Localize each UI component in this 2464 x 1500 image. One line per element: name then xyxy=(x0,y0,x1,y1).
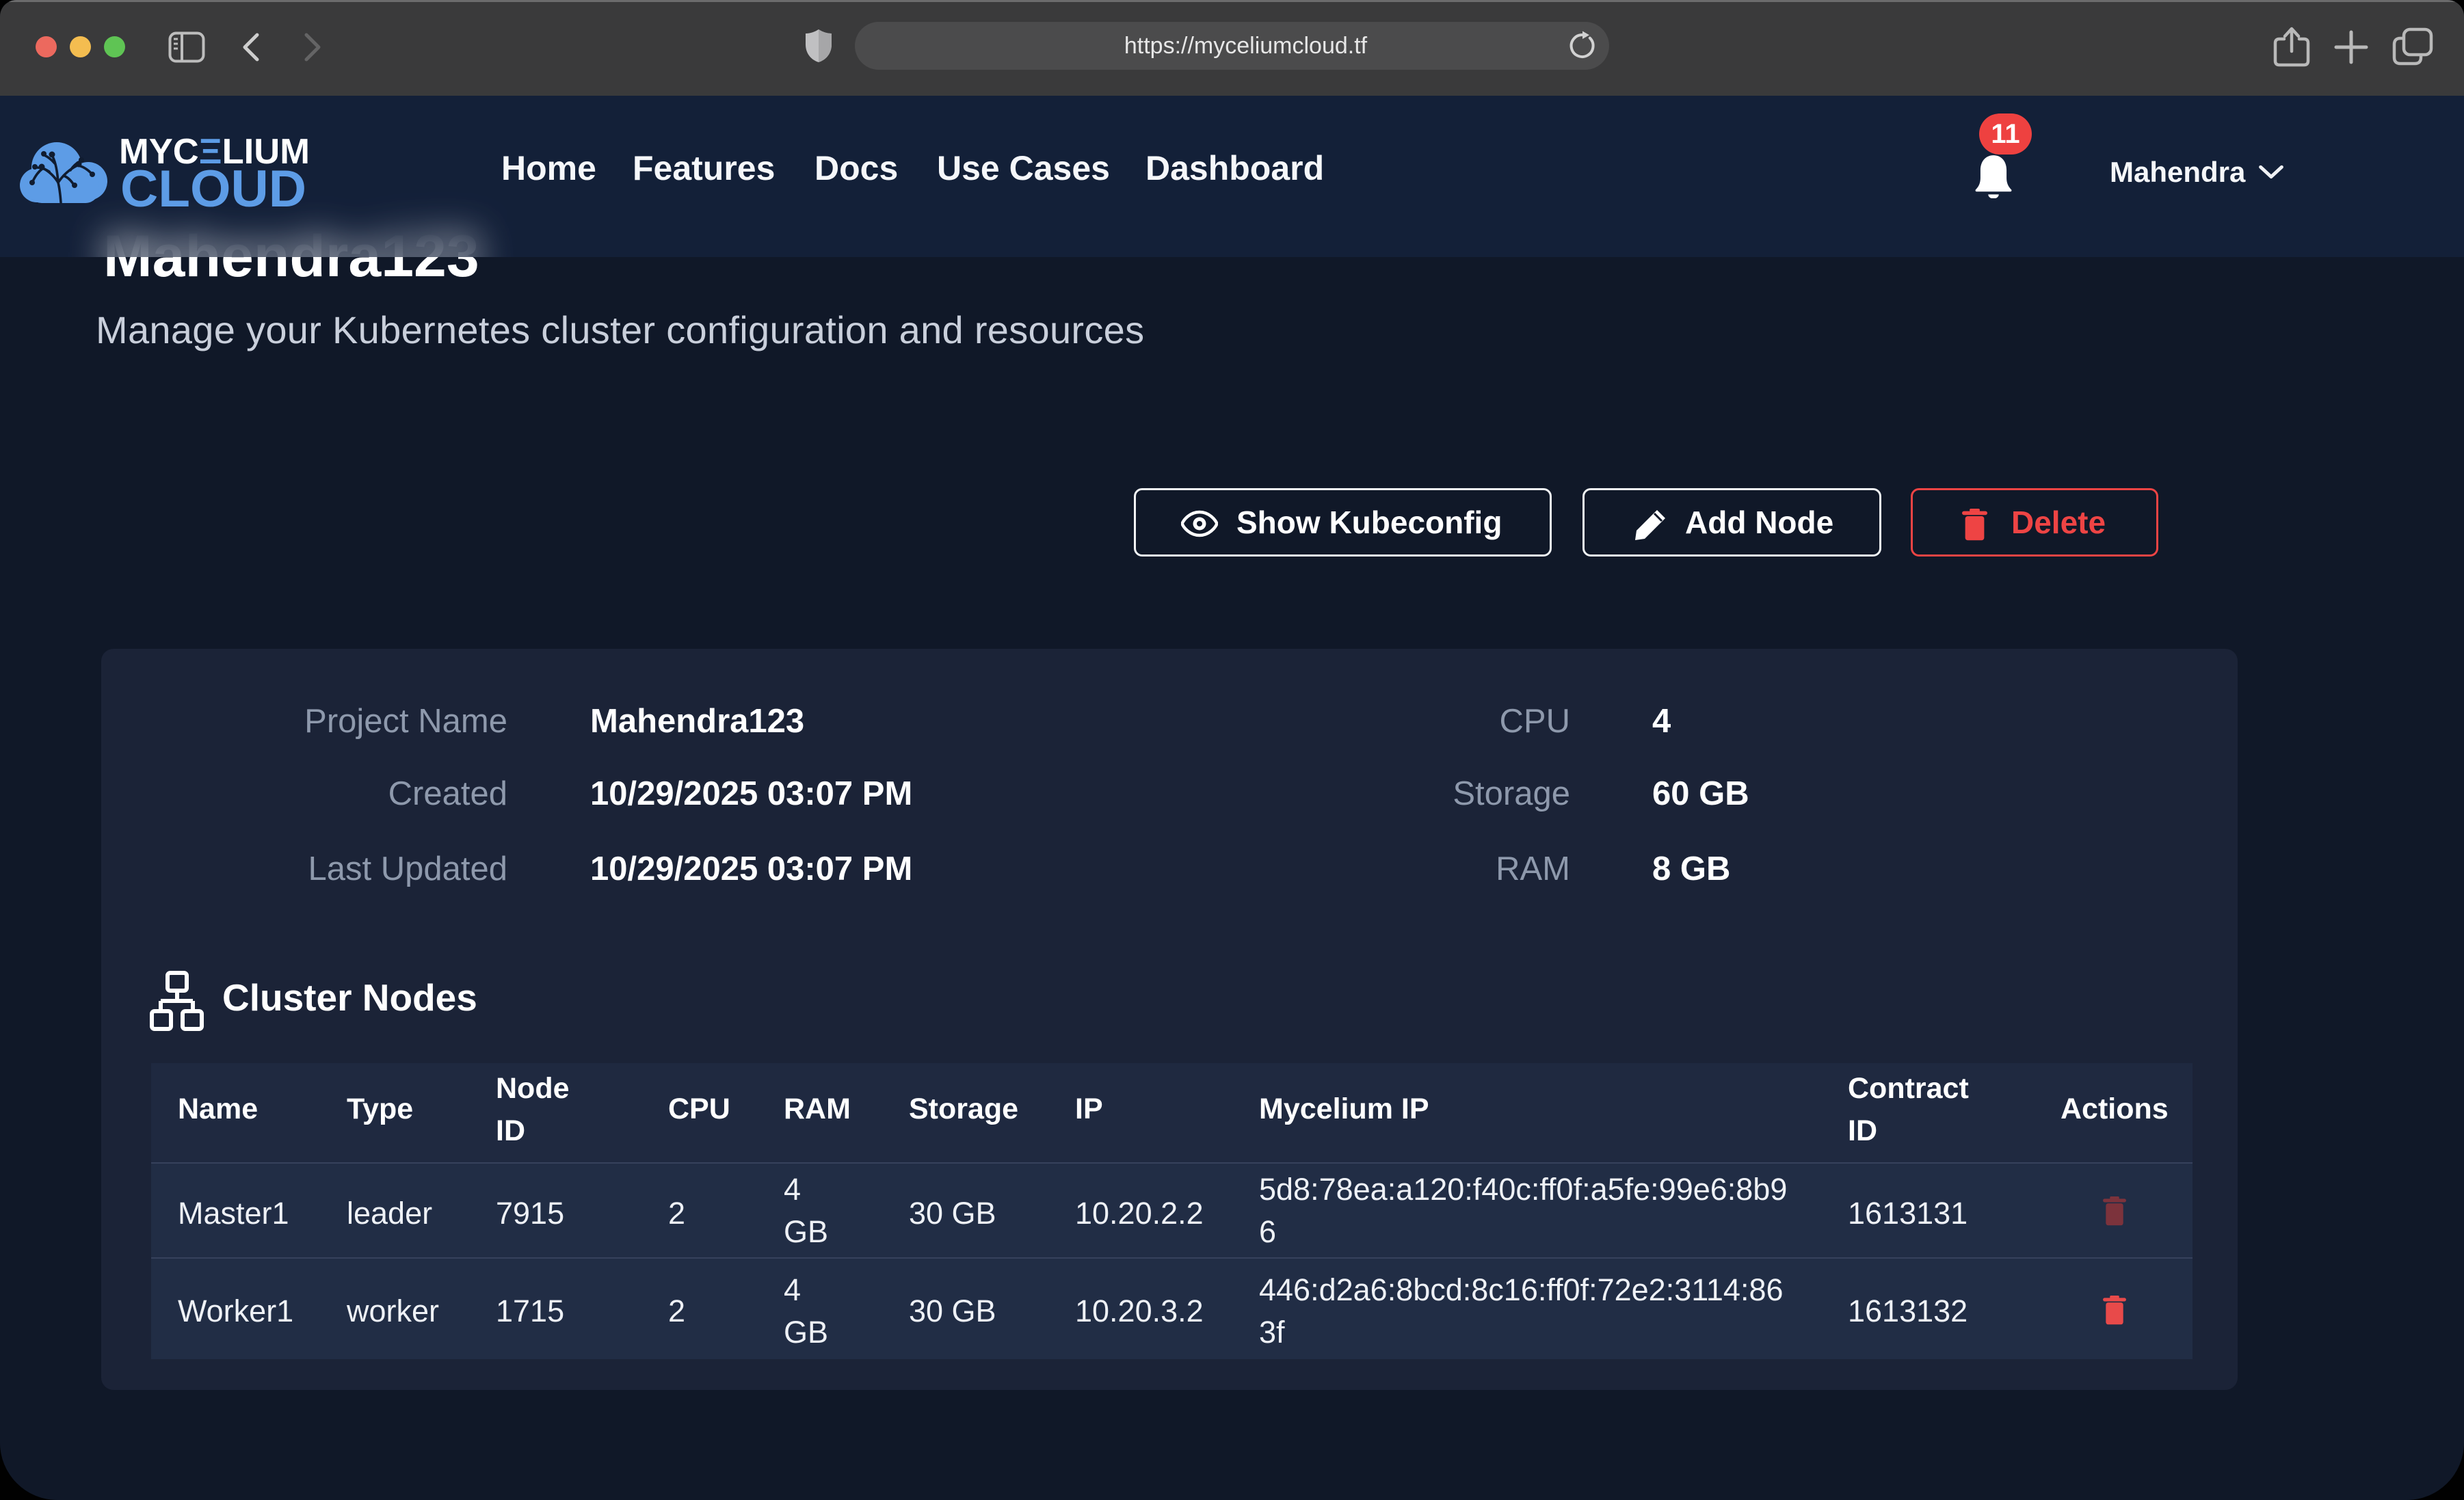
svg-text:CLOUD: CLOUD xyxy=(120,160,306,210)
